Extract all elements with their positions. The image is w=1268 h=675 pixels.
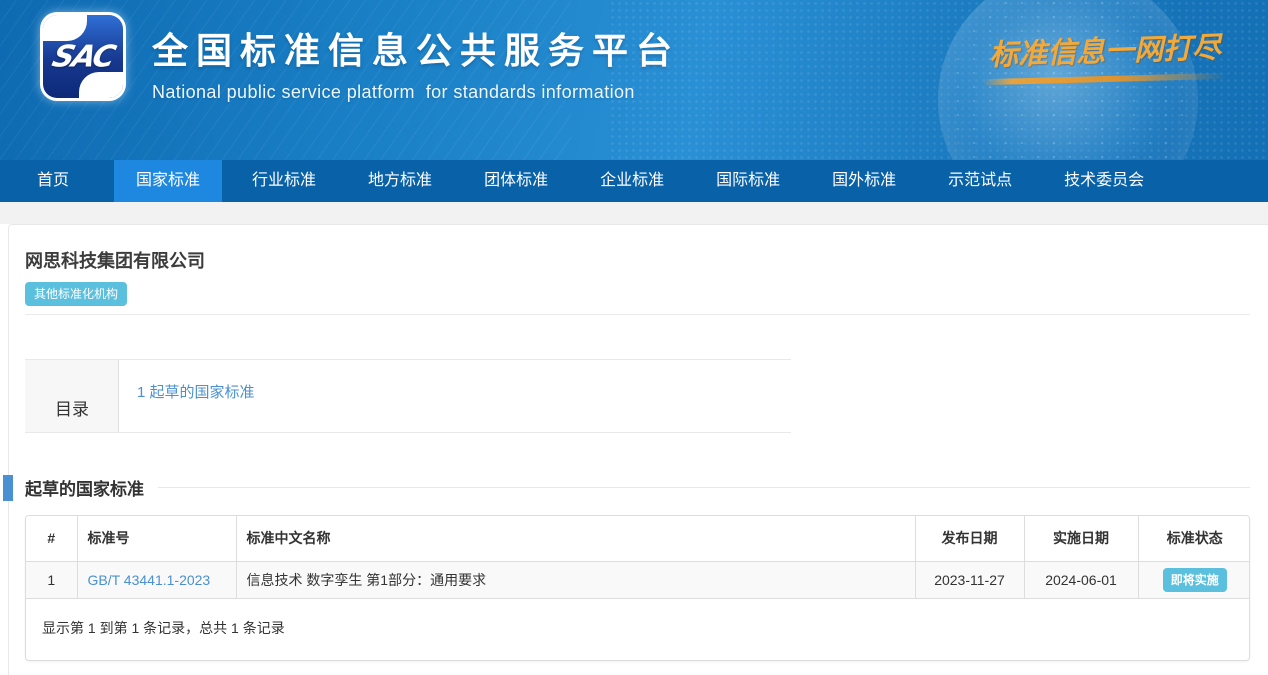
cell-implement-date: 2024-06-01 (1024, 561, 1138, 598)
nav-item-national-standards[interactable]: 国家标准 (114, 160, 222, 202)
table-row: 1 GB/T 43441.1-2023 信息技术 数字孪生 第1部分：通用要求 … (26, 561, 1250, 598)
cell-name-cn: 信息技术 数字孪生 第1部分：通用要求 (236, 561, 915, 598)
toc-label: 目录 (25, 360, 119, 432)
nav-item-home[interactable]: 首页 (15, 160, 91, 202)
cell-std-no: GB/T 43441.1-2023 (77, 561, 236, 598)
platform-titles: 全国标准信息公共服务平台 National public service pla… (152, 22, 680, 103)
nav-item-industry-standards[interactable]: 行业标准 (230, 160, 338, 202)
standards-table: # 标准号 标准中文名称 发布日期 实施日期 标准状态 1 GB/T 43441… (26, 516, 1250, 599)
status-badge: 即将实施 (1163, 568, 1227, 592)
page-background-strip (0, 202, 1268, 224)
col-header-publish-date: 发布日期 (915, 516, 1024, 561)
table-header-row: # 标准号 标准中文名称 发布日期 实施日期 标准状态 (26, 516, 1250, 561)
org-type-badge: 其他标准化机构 (25, 282, 127, 306)
col-header-status: 标准状态 (1138, 516, 1250, 561)
platform-title-cn: 全国标准信息公共服务平台 (152, 22, 680, 74)
standards-table-panel: # 标准号 标准中文名称 发布日期 实施日期 标准状态 1 GB/T 43441… (25, 515, 1250, 661)
nav-item-pilot-demo[interactable]: 示范试点 (926, 160, 1034, 202)
nav-item-technical-committee[interactable]: 技术委员会 (1042, 160, 1166, 202)
col-header-index: # (26, 516, 77, 561)
col-header-std-no: 标准号 (77, 516, 236, 561)
slogan-text: 标准信息一网打尽 (988, 24, 1221, 74)
cell-publish-date: 2023-11-27 (915, 561, 1024, 598)
toc-panel: 目录 1 起草的国家标准 (25, 359, 791, 433)
sac-logo-shape: SAC (43, 15, 123, 98)
slogan: 标准信息一网打尽 (980, 28, 1230, 82)
section-accent-bar (3, 475, 13, 501)
content-card: 网思科技集团有限公司 其他标准化机构 目录 1 起草的国家标准 起草的国家标准 … (8, 224, 1268, 675)
toc-link-drafted-standards[interactable]: 1 起草的国家标准 (137, 384, 255, 401)
nav-item-local-standards[interactable]: 地方标准 (346, 160, 454, 202)
org-name: 网思科技集团有限公司 (25, 247, 1268, 273)
std-no-link[interactable]: GB/T 43441.1-2023 (88, 572, 211, 588)
main-nav: 首页 国家标准 行业标准 地方标准 团体标准 企业标准 国际标准 国外标准 示范… (0, 160, 1268, 202)
record-count-summary: 显示第 1 到第 1 条记录，总共 1 条记录 (26, 599, 1249, 660)
col-header-implement-date: 实施日期 (1024, 516, 1138, 561)
cell-index: 1 (26, 561, 77, 598)
sac-logo[interactable]: SAC (40, 12, 126, 101)
section-header: 起草的国家标准 (25, 475, 1250, 500)
platform-title-en: National public service platform for sta… (152, 82, 680, 103)
section-title: 起草的国家标准 (25, 475, 144, 500)
logo-notch-bottom-right (79, 72, 123, 98)
sac-logo-text: SAC (49, 39, 118, 74)
nav-item-international-standards[interactable]: 国际标准 (694, 160, 802, 202)
nav-item-group-standards[interactable]: 团体标准 (462, 160, 570, 202)
nav-item-enterprise-standards[interactable]: 企业标准 (578, 160, 686, 202)
site-header: SAC 全国标准信息公共服务平台 National public service… (0, 0, 1268, 160)
toc-body: 1 起草的国家标准 (119, 360, 791, 432)
logo-notch-top-left (43, 15, 87, 41)
nav-item-foreign-standards[interactable]: 国外标准 (810, 160, 918, 202)
cell-status: 即将实施 (1138, 561, 1250, 598)
section-rule (158, 487, 1250, 488)
divider (25, 314, 1250, 315)
col-header-name-cn: 标准中文名称 (236, 516, 915, 561)
